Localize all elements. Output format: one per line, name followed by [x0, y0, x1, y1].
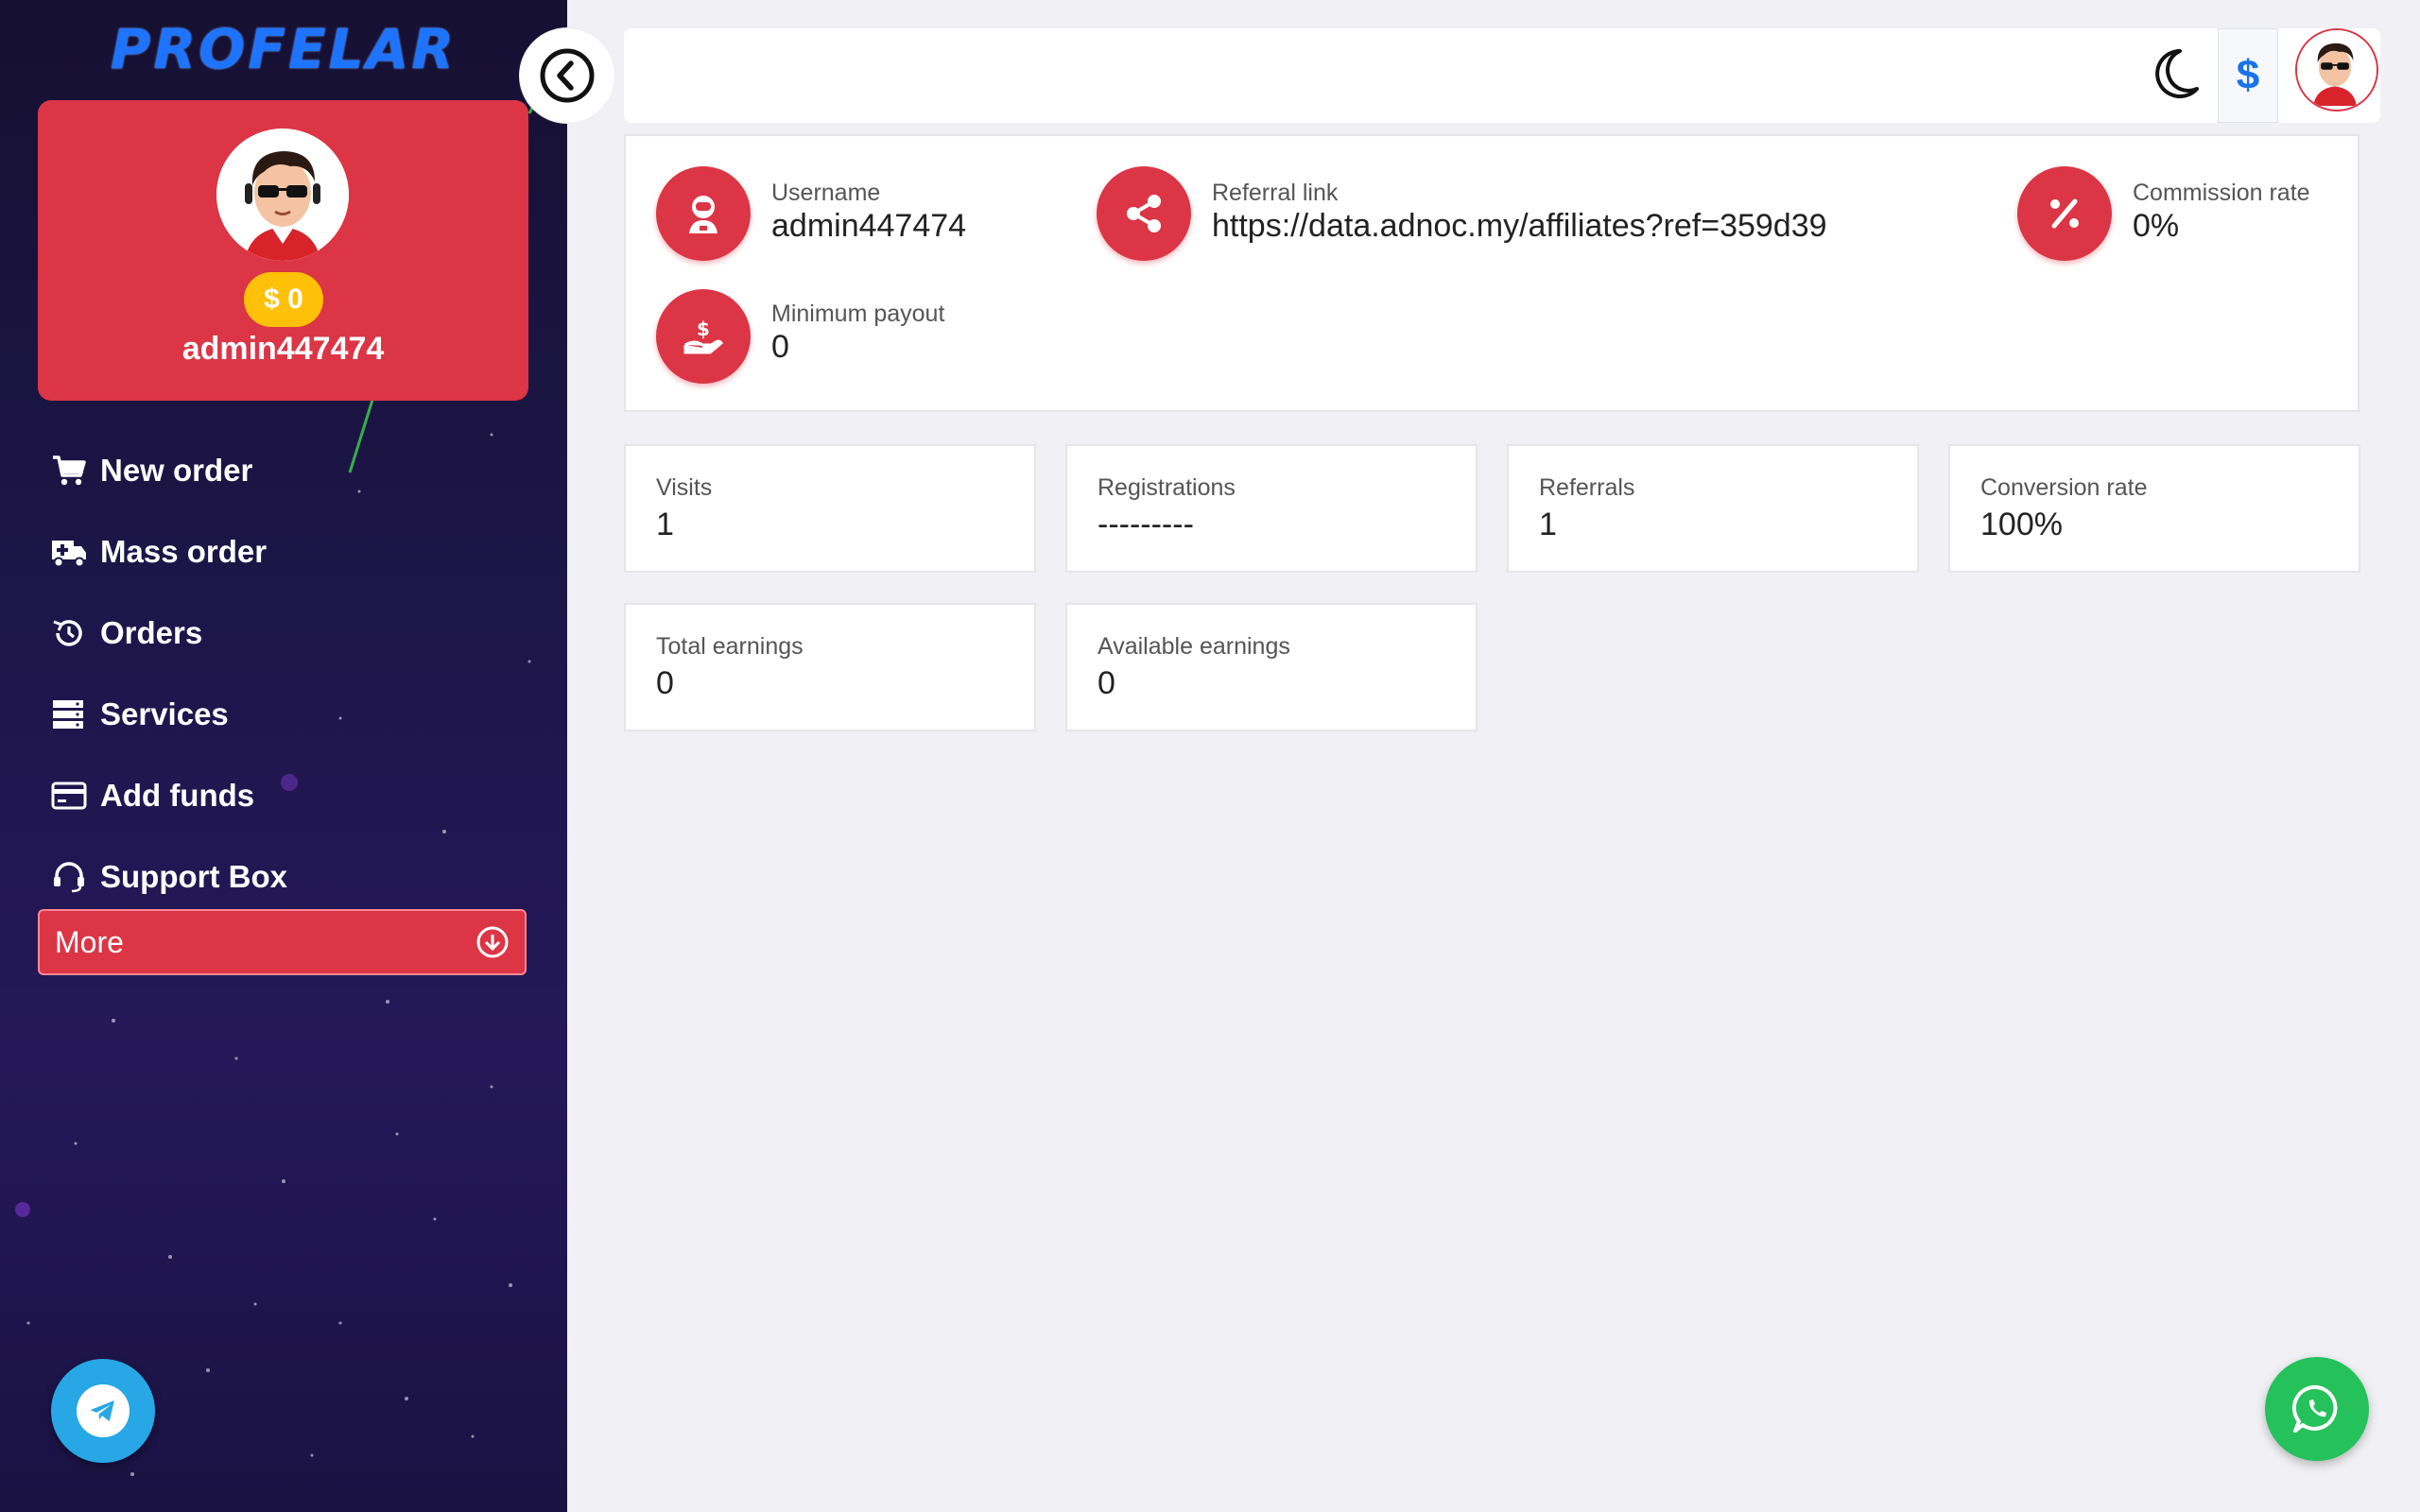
whatsapp-icon — [2291, 1384, 2338, 1433]
whatsapp-button[interactable] — [2265, 1357, 2369, 1461]
commission-rate-value: 0% — [2133, 208, 2180, 244]
headset-icon — [54, 862, 84, 893]
sidebar-item-mass-order[interactable]: Mass order — [38, 511, 529, 593]
stat-label: Available earnings — [1098, 633, 1290, 660]
currency-button[interactable]: $ — [2218, 28, 2278, 123]
sidebar-item-add-funds[interactable]: Add funds — [38, 755, 529, 836]
arrow-circle-down-icon — [476, 926, 509, 958]
referral-link-value[interactable]: https://data.adnoc.my/affiliates?ref=359… — [1212, 208, 1827, 245]
user-avatar-menu[interactable] — [2295, 28, 2378, 112]
sidebar-item-label: Services — [100, 696, 229, 731]
credit-card-icon — [51, 782, 87, 810]
sidebar-item-label: New order — [100, 453, 253, 488]
affiliate-info-panel: Username admin447474 Referral link https… — [624, 134, 2360, 412]
stat-card-conversion-rate: Conversion rate 100% — [1948, 444, 2360, 573]
stat-value: 100% — [1980, 507, 2063, 542]
sidebar: PROFELAR $ 0 admin447474 New order Mass … — [0, 0, 567, 1512]
stat-card-available-earnings: Available earnings 0 — [1065, 603, 1478, 731]
stat-label: Visits — [656, 474, 713, 501]
stat-card-registrations: Registrations --------- — [1065, 444, 1478, 573]
sidebar-item-label: Orders — [100, 615, 203, 650]
sidebar-toggle-button[interactable] — [520, 28, 614, 123]
minimum-payout-label: Minimum payout — [771, 301, 945, 327]
sidebar-item-label: Add funds — [100, 778, 255, 813]
stat-value: --------- — [1098, 507, 1194, 542]
stat-card-visits: Visits 1 — [624, 444, 1036, 573]
stat-card-referrals: Referrals 1 — [1507, 444, 1919, 573]
sidebar-item-orders[interactable]: Orders — [38, 593, 529, 674]
sidebar-item-label: Support Box — [100, 859, 287, 894]
username-label: Username — [771, 180, 881, 206]
telegram-icon — [90, 1400, 114, 1422]
truck-icon — [52, 541, 86, 568]
more-button[interactable]: More — [38, 909, 527, 975]
balance-badge: $ 0 — [244, 272, 323, 327]
stat-value: 1 — [1539, 507, 1557, 542]
sidebar-nav: New order Mass order Orders Services Add… — [38, 430, 529, 918]
svg-text:$: $ — [697, 318, 710, 340]
stat-value: 1 — [656, 507, 674, 542]
commission-rate-label: Commission rate — [2133, 180, 2310, 206]
telegram-button[interactable] — [51, 1359, 155, 1463]
sidebar-item-services[interactable]: Services — [38, 674, 529, 755]
percent-icon — [2017, 166, 2112, 261]
username-value: admin447474 — [771, 208, 967, 244]
sidebar-item-support-box[interactable]: Support Box — [38, 836, 529, 918]
share-icon — [1097, 166, 1191, 261]
cart-icon — [53, 455, 86, 486]
stat-label: Conversion rate — [1980, 474, 2148, 501]
stat-label: Referrals — [1539, 474, 1635, 501]
top-bar: $ — [624, 28, 2380, 123]
referral-link-label: Referral link — [1212, 180, 1339, 206]
stat-label: Registrations — [1098, 474, 1236, 501]
profile-username: admin447474 — [182, 331, 385, 367]
profile-card: $ 0 admin447474 — [38, 100, 528, 401]
stat-value: 0 — [1098, 665, 1115, 701]
history-icon — [53, 620, 82, 646]
chevron-left-circle-icon — [540, 48, 595, 103]
stat-label: Total earnings — [656, 633, 804, 660]
more-button-label: More — [55, 924, 124, 959]
stat-card-total-earnings: Total earnings 0 — [624, 603, 1036, 731]
sidebar-item-label: Mass order — [100, 534, 268, 569]
hand-holding-dollar-icon: $ — [656, 289, 751, 384]
brand-logo[interactable]: PROFELAR — [0, 17, 567, 81]
minimum-payout-value: 0 — [771, 329, 789, 365]
moon-icon[interactable] — [2148, 43, 2204, 106]
sidebar-item-new-order[interactable]: New order — [38, 430, 529, 511]
server-list-icon — [53, 700, 83, 729]
user-astronaut-icon — [656, 166, 751, 261]
user-avatar[interactable] — [216, 129, 349, 261]
stat-value: 0 — [656, 665, 674, 701]
